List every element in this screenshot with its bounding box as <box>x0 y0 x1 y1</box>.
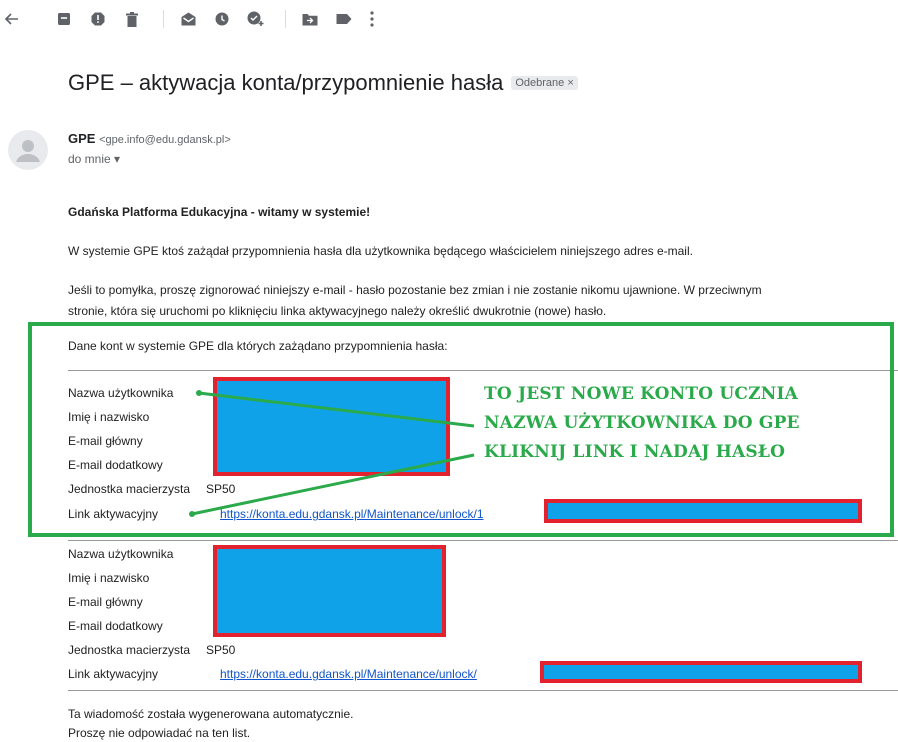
annotation-line-3: KLIKNIJ LINK I NADAJ HASŁO <box>484 442 786 462</box>
annotation-line-1: TO JEST NOWE KONTO UCZNIA <box>484 384 799 404</box>
annotation-arrows <box>189 390 475 517</box>
annotation-line-2: NAZWA UŻYTKOWNIKA DO GPE <box>484 413 800 433</box>
